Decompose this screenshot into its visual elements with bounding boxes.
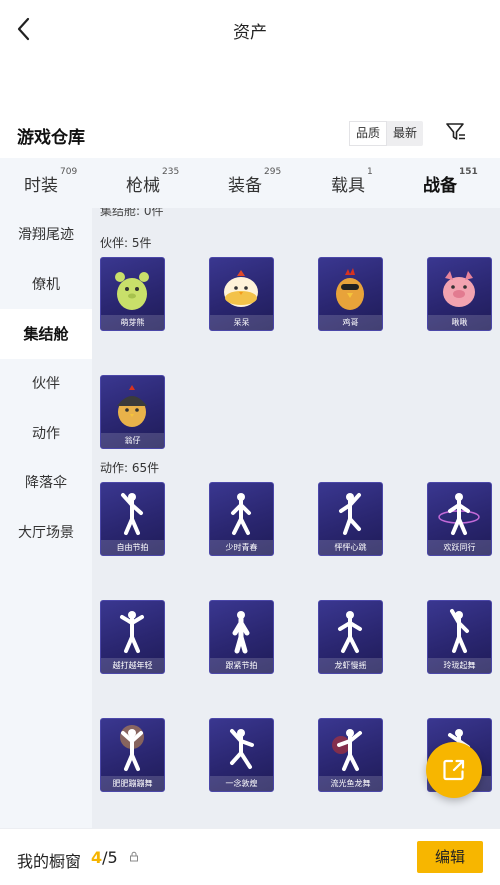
partner-card[interactable]: 翁仔 — [100, 375, 165, 449]
dancer-icon — [231, 493, 251, 535]
sidebar-item-lobby-scene[interactable]: 大厅场景 — [0, 508, 92, 558]
pink-pig-icon — [443, 271, 475, 307]
item-name: 啾啾 — [428, 315, 491, 330]
filter-icon[interactable] — [444, 120, 468, 144]
showcase-label: 我的橱窗 — [17, 852, 82, 871]
emote-card[interactable]: 龙虾慢摇 — [318, 600, 383, 674]
tab-label: 载具 — [331, 176, 365, 196]
item-name: 翁仔 — [101, 433, 164, 448]
sidebar-item-glide-trail[interactable]: 滑翔尾迹 — [0, 210, 92, 260]
item-grid: 集结舱: 0件 伙伴: 5件 萌芽熊 呆呆 鸡哥 啾啾 翁仔 动作: 65件 自… — [92, 208, 500, 828]
dancer-icon — [120, 611, 144, 653]
section-label-assembly: 集结舱: 0件 — [100, 208, 164, 218]
emote-card[interactable]: 玲珑起舞 — [427, 600, 492, 674]
item-name: 肥肥蹦蹦舞 — [101, 776, 164, 791]
sort-quality-option[interactable]: 品质 — [349, 121, 388, 146]
tab-count: 295 — [264, 167, 282, 177]
sort-latest-option[interactable]: 最新 — [387, 121, 423, 146]
item-name: 欢跃同行 — [428, 540, 491, 555]
tab-label: 战备 — [423, 176, 457, 196]
item-name: 鸡哥 — [319, 315, 382, 330]
sidebar: 滑翔尾迹 僚机 集结舱 伙伴 动作 降落伞 大厅场景 — [0, 208, 92, 828]
sidebar-item-emote[interactable]: 动作 — [0, 409, 92, 459]
sidebar-item-partner[interactable]: 伙伴 — [0, 359, 92, 409]
item-name: 呆呆 — [210, 315, 273, 330]
tab-count: 1 — [367, 167, 373, 177]
section-label-emote: 动作: 65件 — [100, 461, 160, 475]
page-title: 资产 — [233, 23, 267, 43]
share-fab[interactable] — [426, 742, 482, 798]
emote-card[interactable]: 越打越年轻 — [100, 600, 165, 674]
dancer-icon — [232, 611, 250, 654]
dancer-icon — [230, 729, 254, 769]
item-name: 自由节拍 — [101, 540, 164, 555]
top-bar: 资产 — [0, 0, 500, 60]
sidebar-item-parachute[interactable]: 降落伞 — [0, 458, 92, 508]
emote-card[interactable]: 欢跃同行 — [427, 482, 492, 556]
edit-button[interactable]: 编辑 — [417, 841, 483, 873]
showcase-current: 4 — [91, 848, 103, 867]
showcase-total: /5 — [102, 848, 118, 867]
share-icon — [443, 759, 465, 781]
partner-card[interactable]: 鸡哥 — [318, 257, 383, 331]
green-bear-icon — [115, 272, 149, 310]
tab-fashion[interactable]: 时装709 — [24, 167, 77, 196]
emote-card[interactable]: 少时青春 — [209, 482, 274, 556]
sort-toggle: 品质 最新 — [349, 121, 424, 146]
partner-card[interactable]: 呆呆 — [209, 257, 274, 331]
emote-card[interactable]: 一念敦煌 — [209, 718, 274, 792]
tab-equipment[interactable]: 装备295 — [228, 167, 281, 196]
tab-vehicles[interactable]: 载具1 — [331, 167, 373, 196]
category-tabs: 时装709 枪械235 装备295 载具1 战备151 — [0, 158, 500, 212]
item-name: 一念敦煌 — [210, 776, 273, 791]
dancer-icon — [121, 493, 143, 535]
dancer-icon — [339, 493, 361, 535]
dancer-icon — [338, 611, 362, 653]
sidebar-item-assembly-pod[interactable]: 集结舱 — [0, 309, 92, 359]
lock-icon — [130, 851, 138, 862]
section-label-partner: 伙伴: 5件 — [100, 236, 152, 250]
emote-card[interactable]: 流光鱼龙舞 — [318, 718, 383, 792]
partner-card[interactable]: 啾啾 — [427, 257, 492, 331]
item-name: 跟紧节拍 — [210, 658, 273, 673]
partner-card[interactable]: 萌芽熊 — [100, 257, 165, 331]
item-name: 怦怦心跳 — [319, 540, 382, 555]
warehouse-title: 游戏仓库 — [17, 128, 85, 148]
emote-card[interactable]: 跟紧节拍 — [209, 600, 274, 674]
tab-label: 枪械 — [126, 176, 160, 196]
tab-label: 时装 — [24, 176, 58, 196]
item-name: 玲珑起舞 — [428, 658, 491, 673]
item-name: 少时青春 — [210, 540, 273, 555]
item-name: 越打越年轻 — [101, 658, 164, 673]
item-name: 萌芽熊 — [101, 315, 164, 330]
tab-count: 151 — [459, 167, 478, 177]
showcase-bar: 我的橱窗 4/5 编辑 — [0, 828, 500, 885]
dancer-icon — [438, 493, 480, 535]
sidebar-item-wingman[interactable]: 僚机 — [0, 260, 92, 310]
dancer-icon — [120, 725, 144, 771]
tab-count: 709 — [60, 167, 78, 177]
dancer-icon — [450, 609, 469, 653]
tab-battle-prep[interactable]: 战备151 — [423, 167, 478, 212]
dancer-icon — [332, 729, 362, 771]
rooster-icon — [336, 268, 364, 310]
item-name: 龙虾慢摇 — [319, 658, 382, 673]
emote-card[interactable]: 怦怦心跳 — [318, 482, 383, 556]
chick-icon — [224, 270, 258, 307]
tab-guns[interactable]: 枪械235 — [126, 167, 179, 196]
emote-card[interactable]: 自由节拍 — [100, 482, 165, 556]
tab-count: 235 — [162, 167, 180, 177]
emote-card[interactable]: 肥肥蹦蹦舞 — [100, 718, 165, 792]
helmet-bird-icon — [117, 385, 147, 427]
item-name: 流光鱼龙舞 — [319, 776, 382, 791]
tab-label: 装备 — [228, 176, 262, 196]
showcase-count: 4/5 — [91, 848, 118, 867]
